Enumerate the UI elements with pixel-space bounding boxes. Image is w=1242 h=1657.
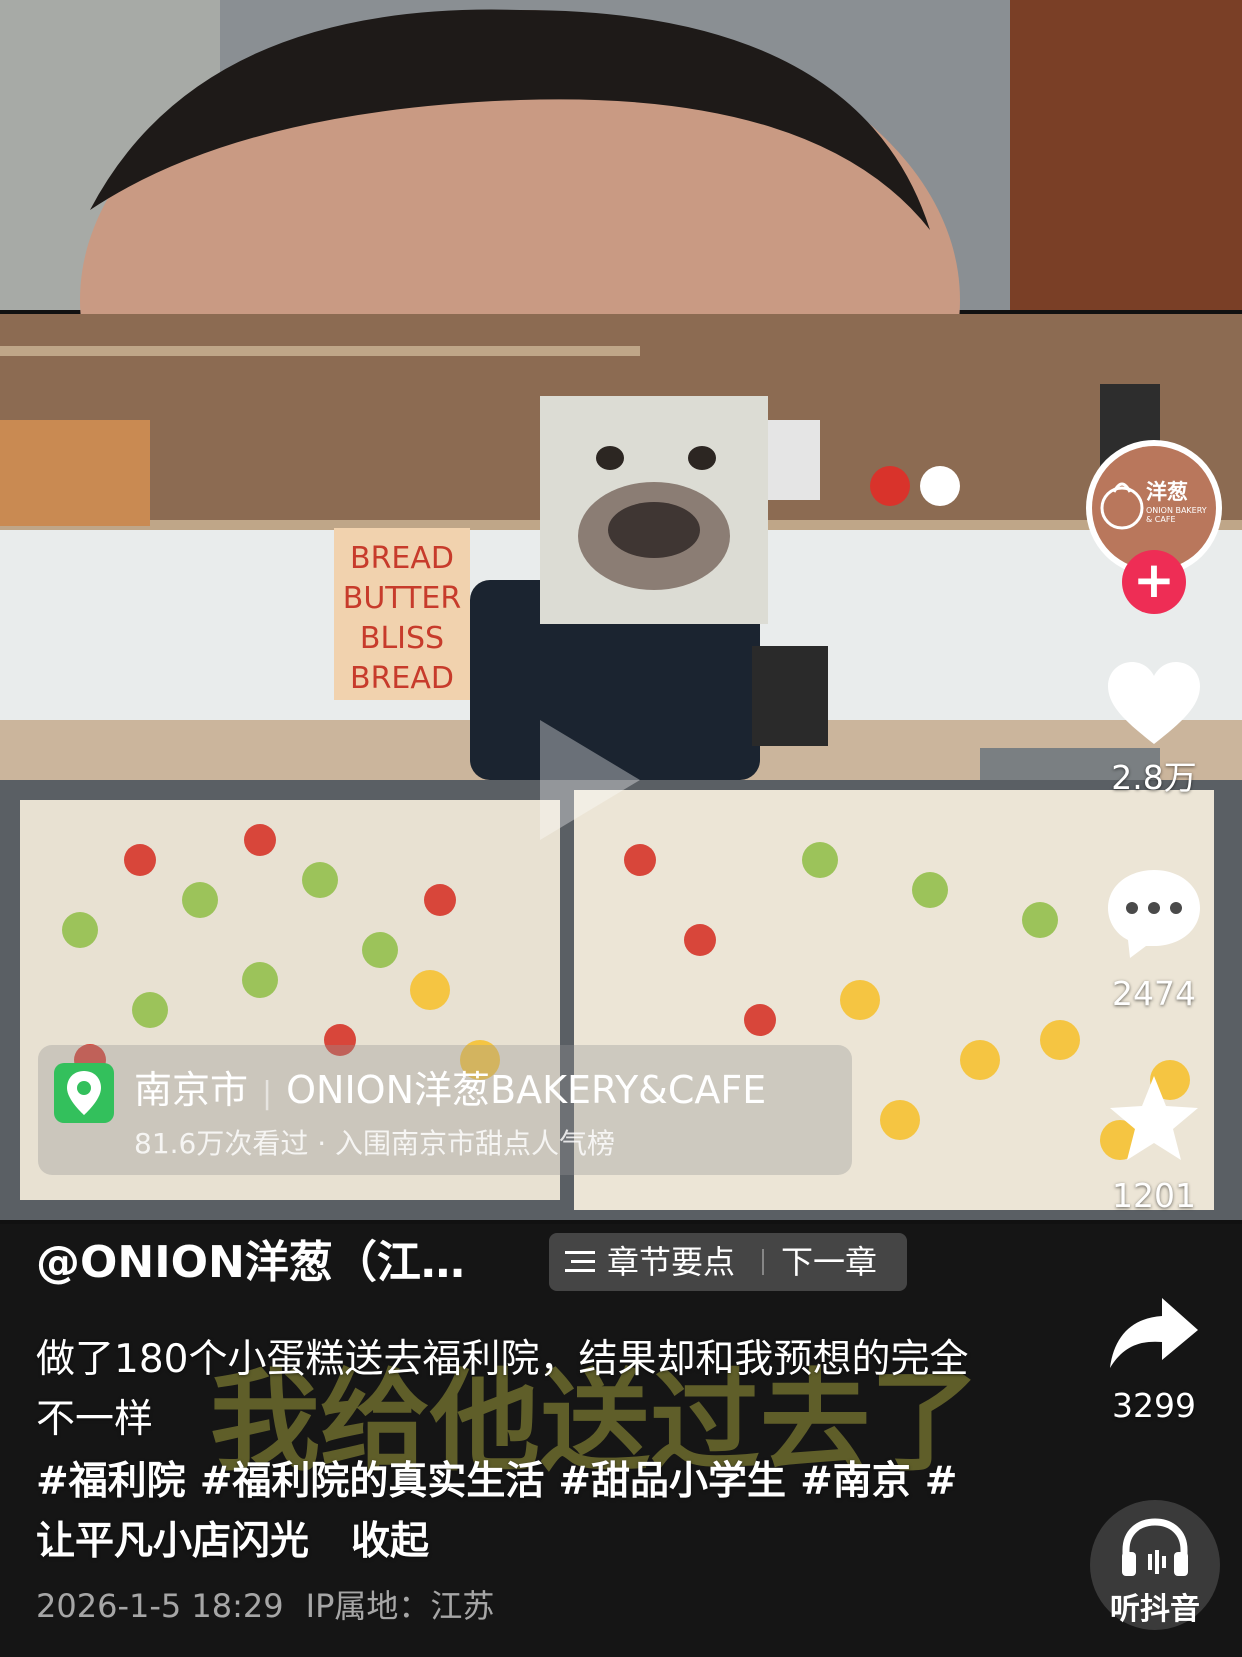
comment-icon [1108,870,1200,958]
chapter-list-icon [565,1251,595,1272]
share-count: 3299 [1112,1386,1196,1425]
collapse-button[interactable]: 收起 [351,1519,429,1564]
heart-icon [1108,662,1200,744]
comment-button[interactable]: 2474 [1086,868,1222,1014]
follow-button[interactable]: + [1122,550,1186,614]
star-icon [1110,1076,1198,1160]
location-city: 南京市 [134,1068,249,1112]
location-views: 81.6万次看过 · 入围南京市甜点人气榜 [134,1127,616,1160]
hashtag[interactable]: #南京 [800,1459,911,1504]
svg-text:BREAD: BREAD [350,661,454,696]
hashtag[interactable]: #甜品小学生 [558,1459,786,1504]
location-shop: ONION洋葱BAKERY&CAFE [286,1068,767,1112]
post-meta: 2026-1-5 18:29 IP属地：江苏 [36,1586,494,1626]
video-description: 做了180个小蛋糕送去福利院，结果却和我预想的完全不一样 [36,1337,969,1442]
share-arrow-icon [1110,1298,1198,1368]
location-title: 南京市 | ONION洋葱BAKERY&CAFE [134,1067,766,1117]
svg-text:BREAD: BREAD [350,541,454,576]
chapter-bar[interactable]: 章节要点 下一章 [549,1233,907,1291]
listen-label: 听抖音 [1110,1592,1200,1627]
video-frame[interactable]: BREAD BUTTER BLISS BREAD 我给他送过去了 洋葱 ONIO… [0,0,1242,1657]
like-button[interactable]: 2.8万 [1086,660,1222,798]
hashtag[interactable]: #福利院的真实生活 [200,1459,545,1504]
svg-text:BUTTER: BUTTER [343,581,461,616]
favorite-count: 1201 [1112,1176,1196,1215]
post-datetime: 2026-1-5 18:29 [36,1587,284,1625]
comment-count: 2474 [1112,974,1196,1013]
chapter-points-button[interactable]: 章节要点 [607,1233,735,1291]
author-handle[interactable]: @ONION洋葱（江… [36,1236,465,1290]
avatar-brand-en: ONION BAKERY & CAFE [1146,506,1207,524]
location-card[interactable]: 南京市 | ONION洋葱BAKERY&CAFE 81.6万次看过 · 入围南京市甜… [38,1045,852,1175]
avatar-brand-zh: 洋葱 [1146,480,1188,504]
hashtag[interactable]: #福利院 [36,1459,186,1504]
share-button[interactable]: 3299 [1086,1296,1222,1426]
location-pin-icon [54,1063,114,1123]
post-ip-location: IP属地：江苏 [305,1587,495,1625]
like-count: 2.8万 [1111,758,1197,797]
headphones-icon [1122,1518,1188,1576]
favorite-button[interactable]: 1201 [1086,1074,1222,1216]
location-divider: | [262,1076,273,1111]
listen-douyin-button[interactable]: 听抖音 [1090,1500,1220,1650]
next-chapter-button[interactable]: 下一章 [781,1233,877,1291]
chapter-divider [762,1249,764,1275]
hashtag-list: #福利院 #福利院的真实生活 #甜品小学生 #南京 #让平凡小店闪光 收起 [36,1452,986,1572]
svg-text:BLISS: BLISS [360,621,444,656]
